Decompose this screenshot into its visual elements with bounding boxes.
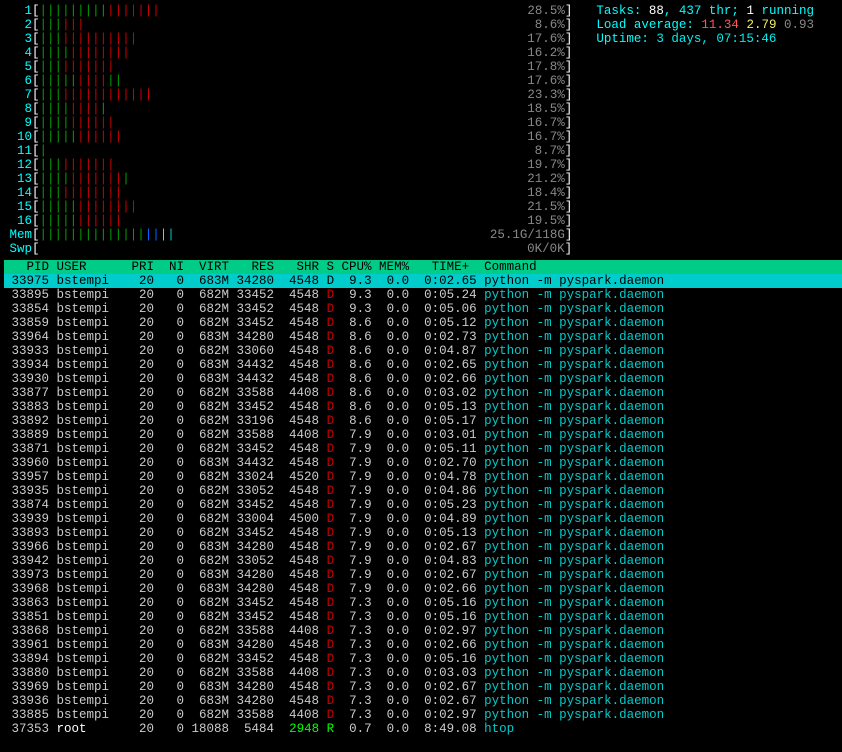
- process-row[interactable]: 33880 bstempi 20 0 682M 33588 4408 D 7.3…: [4, 666, 842, 680]
- process-row[interactable]: 33892 bstempi 20 0 682M 33196 4548 D 8.6…: [4, 414, 842, 428]
- cpu-bar-10: 10 [||||||||||| 16.7%]: [4, 130, 572, 144]
- cpu-bar-13: 13 [|||||||||||| 21.2%]: [4, 172, 572, 186]
- process-row[interactable]: 33969 bstempi 20 0 683M 34280 4548 D 7.3…: [4, 680, 842, 694]
- process-row[interactable]: 33942 bstempi 20 0 682M 33052 4548 D 7.9…: [4, 554, 842, 568]
- cpu-bar-6: 6 [||||||||||| 17.6%]: [4, 74, 572, 88]
- cpu-bar-7: 7 [||||||||||||||| 23.3%]: [4, 88, 572, 102]
- process-row[interactable]: 33883 bstempi 20 0 682M 33452 4548 D 8.6…: [4, 400, 842, 414]
- uptime-row: Uptime: 3 days, 07:15:46: [596, 32, 814, 46]
- load-row: Load average: 11.34 2.79 0.93: [596, 18, 814, 32]
- process-row[interactable]: 33893 bstempi 20 0 682M 33452 4548 D 7.9…: [4, 526, 842, 540]
- process-row[interactable]: 33895 bstempi 20 0 682M 33452 4548 D 9.3…: [4, 288, 842, 302]
- process-row[interactable]: 33874 bstempi 20 0 682M 33452 4548 D 7.9…: [4, 498, 842, 512]
- cpu-bar-4: 4 [|||||||||||| 16.2%]: [4, 46, 572, 60]
- process-row[interactable]: 37353 root 20 0 18088 5484 2948 R 0.7 0.…: [4, 722, 842, 736]
- swp-bar: Swp [ 0K/0K]: [4, 242, 572, 256]
- cpu-bar-15: 15 [||||||||||||| 21.5%]: [4, 200, 572, 214]
- cpu-bar-11: 11 [| 8.7%]: [4, 144, 572, 158]
- process-row[interactable]: 33957 bstempi 20 0 682M 33024 4520 D 7.9…: [4, 470, 842, 484]
- process-row[interactable]: 33935 bstempi 20 0 682M 33052 4548 D 7.9…: [4, 484, 842, 498]
- tasks-row: Tasks: 88, 437 thr; 1 running: [596, 4, 814, 18]
- process-row[interactable]: 33854 bstempi 20 0 682M 33452 4548 D 9.3…: [4, 302, 842, 316]
- summary-pane: Tasks: 88, 437 thr; 1 running Load avera…: [596, 4, 814, 256]
- process-row[interactable]: 33894 bstempi 20 0 682M 33452 4548 D 7.3…: [4, 652, 842, 666]
- cpu-bar-16: 16 [||||||||||| 19.5%]: [4, 214, 572, 228]
- cpu-bar-3: 3 [||||||||||||| 17.6%]: [4, 32, 572, 46]
- process-row[interactable]: 33939 bstempi 20 0 682M 33004 4500 D 7.9…: [4, 512, 842, 526]
- process-row[interactable]: 33968 bstempi 20 0 683M 34280 4548 D 7.9…: [4, 582, 842, 596]
- process-row[interactable]: 33936 bstempi 20 0 683M 34280 4548 D 7.3…: [4, 694, 842, 708]
- cpu-bar-12: 12 [|||||||||| 19.7%]: [4, 158, 572, 172]
- process-row[interactable]: 33868 bstempi 20 0 682M 33588 4408 D 7.3…: [4, 624, 842, 638]
- cpu-bar-1: 1 [|||||||||||||||| 28.5%]: [4, 4, 572, 18]
- meters-line: 1 [|||||||||||||||| 28.5%] 2 [|||||| 8.6…: [4, 4, 842, 256]
- process-row[interactable]: 33973 bstempi 20 0 683M 34280 4548 D 7.9…: [4, 568, 842, 582]
- process-table[interactable]: 33975 bstempi 20 0 683M 34280 4548 D 9.3…: [4, 274, 842, 736]
- process-row[interactable]: 33889 bstempi 20 0 682M 33588 4408 D 7.9…: [4, 428, 842, 442]
- cpu-bar-8: 8 [||||||||| 18.5%]: [4, 102, 572, 116]
- process-row[interactable]: 33934 bstempi 20 0 683M 34432 4548 D 8.6…: [4, 358, 842, 372]
- process-table-header[interactable]: PID USER PRI NI VIRT RES SHR S CPU% MEM%…: [4, 260, 842, 274]
- process-row[interactable]: 33964 bstempi 20 0 683M 34280 4548 D 8.6…: [4, 330, 842, 344]
- process-row[interactable]: 33930 bstempi 20 0 683M 34432 4548 D 8.6…: [4, 372, 842, 386]
- cpu-bars: 1 [|||||||||||||||| 28.5%] 2 [|||||| 8.6…: [4, 4, 572, 256]
- mem-bar: Mem [|||||||||||||||||| 25.1G/118G]: [4, 228, 572, 242]
- process-row[interactable]: 33871 bstempi 20 0 682M 33452 4548 D 7.9…: [4, 442, 842, 456]
- process-row[interactable]: 33966 bstempi 20 0 683M 34280 4548 D 7.9…: [4, 540, 842, 554]
- process-row[interactable]: 33877 bstempi 20 0 682M 33588 4408 D 8.6…: [4, 386, 842, 400]
- cpu-bar-2: 2 [|||||| 8.6%]: [4, 18, 572, 32]
- process-row[interactable]: 33961 bstempi 20 0 683M 34280 4548 D 7.3…: [4, 638, 842, 652]
- cpu-bar-5: 5 [|||||||||| 17.8%]: [4, 60, 572, 74]
- process-row[interactable]: 33885 bstempi 20 0 682M 33588 4408 D 7.3…: [4, 708, 842, 722]
- cpu-bar-9: 9 [|||||||||| 16.7%]: [4, 116, 572, 130]
- process-row[interactable]: 33975 bstempi 20 0 683M 34280 4548 D 9.3…: [4, 274, 842, 288]
- meters-section: 1 [|||||||||||||||| 28.5%] 2 [|||||| 8.6…: [4, 4, 842, 256]
- process-row[interactable]: 33960 bstempi 20 0 683M 34432 4548 D 7.9…: [4, 456, 842, 470]
- process-row[interactable]: 33851 bstempi 20 0 682M 33452 4548 D 7.3…: [4, 610, 842, 624]
- process-row[interactable]: 33859 bstempi 20 0 682M 33452 4548 D 8.6…: [4, 316, 842, 330]
- cpu-bar-14: 14 [||||||||||| 18.4%]: [4, 186, 572, 200]
- process-row[interactable]: 33933 bstempi 20 0 682M 33060 4548 D 8.6…: [4, 344, 842, 358]
- process-row[interactable]: 33863 bstempi 20 0 682M 33452 4548 D 7.3…: [4, 596, 842, 610]
